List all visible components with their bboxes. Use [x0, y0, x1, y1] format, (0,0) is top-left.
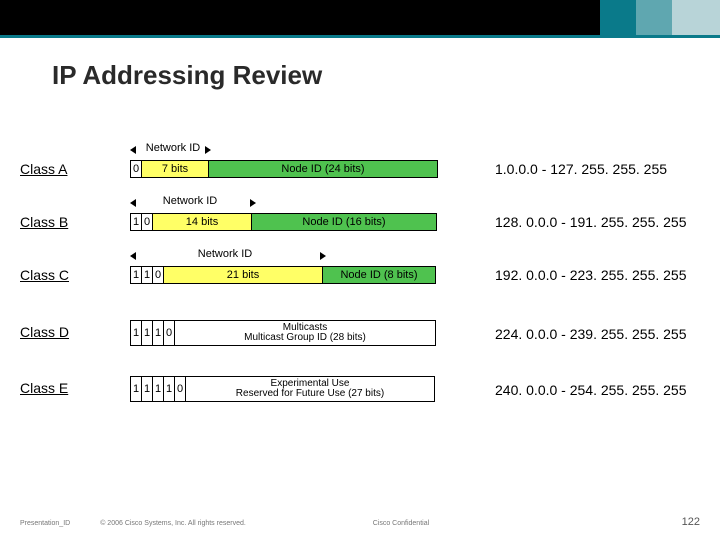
arrow-right-icon	[205, 146, 211, 154]
net-cell: 14 bits	[152, 213, 252, 231]
class-e-label: Class E	[20, 380, 68, 396]
footer: Presentation_ID © 2006 Cisco Systems, In…	[20, 516, 700, 528]
network-id-label-c: Network ID	[190, 248, 260, 260]
class-a-label: Class A	[20, 161, 67, 177]
class-d-bar: 1 1 1 0 Multicasts Multicast Group ID (2…	[130, 320, 436, 346]
class-d-range: 224. 0.0.0 - 239. 255. 255. 255	[495, 326, 687, 342]
class-b-label: Class B	[20, 214, 68, 230]
multicast-cell: Multicasts Multicast Group ID (28 bits)	[174, 320, 436, 346]
network-id-label-a: Network ID	[138, 142, 208, 154]
net-cell: 7 bits	[141, 160, 209, 178]
class-c-bar: 1 1 0 21 bits Node ID (8 bits)	[130, 266, 436, 284]
presentation-id: Presentation_ID	[20, 520, 70, 527]
arrow-left-icon	[130, 146, 136, 154]
class-a-row: Class A 0 7 bits Node ID (24 bits) 1.0.0…	[0, 160, 720, 180]
class-b-row: Class B 1 0 14 bits Node ID (16 bits) 12…	[0, 213, 720, 233]
slide-title: IP Addressing Review	[52, 60, 720, 91]
class-c-range: 192. 0.0.0 - 223. 255. 255. 255	[495, 267, 687, 283]
net-cell: 21 bits	[163, 266, 323, 284]
class-c-label: Class C	[20, 267, 69, 283]
confidential: Cisco Confidential	[353, 520, 429, 527]
class-d-label: Class D	[20, 324, 69, 340]
multicast-line2: Multicast Group ID (28 bits)	[244, 333, 366, 343]
class-c-row: Class C 1 1 0 21 bits Node ID (8 bits) 1…	[0, 266, 720, 286]
node-cell: Node ID (8 bits)	[322, 266, 436, 284]
class-a-range: 1.0.0.0 - 127. 255. 255. 255	[495, 161, 667, 177]
class-e-bar: 1 1 1 1 0 Experimental Use Reserved for …	[130, 376, 435, 402]
accent-line	[0, 35, 720, 38]
arrow-left-icon	[130, 199, 136, 207]
arrow-right-icon	[250, 199, 256, 207]
class-b-range: 128. 0.0.0 - 191. 255. 255. 255	[495, 214, 687, 230]
class-b-bar: 1 0 14 bits Node ID (16 bits)	[130, 213, 437, 231]
network-id-label-b: Network ID	[155, 195, 225, 207]
page-number: 122	[682, 516, 700, 528]
class-e-range: 240. 0.0.0 - 254. 255. 255. 255	[495, 382, 687, 398]
copyright: © 2006 Cisco Systems, Inc. All rights re…	[70, 520, 353, 527]
experimental-cell: Experimental Use Reserved for Future Use…	[185, 376, 435, 402]
title-bar	[0, 0, 720, 38]
class-d-row: Class D 1 1 1 0 Multicasts Multicast Gro…	[0, 320, 720, 346]
class-e-row: Class E 1 1 1 1 0 Experimental Use Reser…	[0, 376, 720, 402]
node-cell: Node ID (16 bits)	[251, 213, 437, 231]
accent-stripes	[600, 0, 720, 38]
arrow-left-icon	[130, 252, 136, 260]
arrow-right-icon	[320, 252, 326, 260]
experimental-line2: Reserved for Future Use (27 bits)	[236, 389, 384, 399]
class-a-bar: 0 7 bits Node ID (24 bits)	[130, 160, 438, 178]
node-cell: Node ID (24 bits)	[208, 160, 438, 178]
